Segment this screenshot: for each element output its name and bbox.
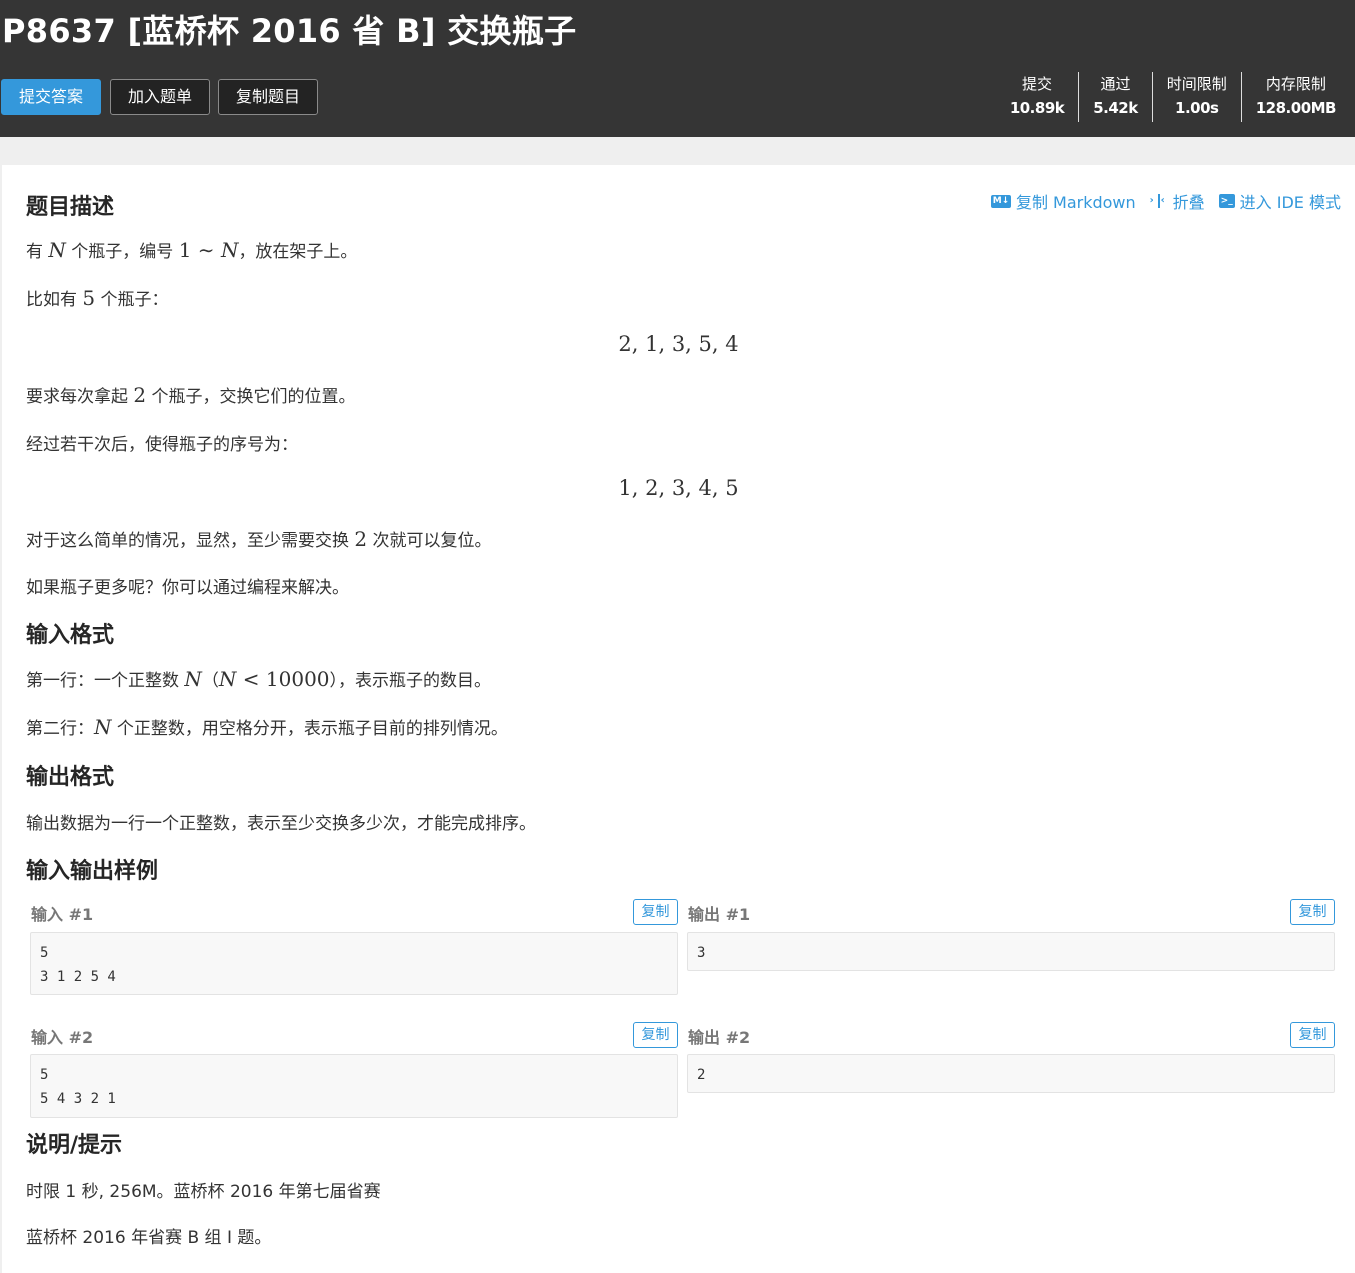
math-n: N [48, 238, 66, 262]
text: （ [201, 671, 219, 691]
text: 第一行：一个正整数 [26, 671, 185, 691]
ide-mode-label: 进入 IDE 模式 [1239, 193, 1341, 212]
text: ，放在架子上。 [238, 242, 358, 262]
sample-output-label: 输出 #1 [688, 905, 751, 924]
stat-submissions: 提交 10.89k [996, 72, 1078, 122]
input-format-line-1: 第一行：一个正整数 N（N < 10000），表示瓶子的数目。 [26, 666, 491, 691]
content-toolbar: M↓ 复制 Markdown › ‹ 折叠 >_ 进入 IDE 模式 [990, 189, 1341, 213]
stat-memory-limit: 内存限制 128.00MB [1240, 72, 1350, 122]
description-line-2: 比如有 5 个瓶子： [26, 285, 169, 310]
problem-title: P8637 [蓝桥杯 2016 省 B] 交换瓶子 [2, 12, 577, 50]
hint-line-1: 时限 1 秒, 256M。蓝桥杯 2016 年第七届省赛 [26, 1182, 381, 1202]
submit-answer-button[interactable]: 提交答案 [1, 79, 101, 115]
text: 个瓶子： [95, 290, 169, 310]
math-two: 2 [133, 383, 147, 407]
sample-input-label: 输入 #2 [31, 1028, 94, 1047]
ide-mode-link[interactable]: >_ 进入 IDE 模式 [1218, 189, 1341, 213]
copy-sample-input-button[interactable]: 复制 [633, 1022, 678, 1048]
text: 次就可以复位。 [367, 531, 492, 551]
copy-sample-input-button[interactable]: 复制 [633, 899, 678, 925]
math-n: N [184, 667, 202, 691]
text: 要求每次拿起 [26, 387, 134, 407]
stat-label: 提交 [1022, 75, 1053, 93]
fold-icon: › ‹ [1150, 194, 1168, 208]
section-heading-hint: 说明/提示 [26, 1133, 123, 1158]
hint-line-2: 蓝桥杯 2016 年省赛 B 组 I 题。 [26, 1228, 272, 1248]
stat-label: 通过 [1100, 75, 1131, 93]
description-line-1: 有 N 个瓶子，编号 1 ∼ N，放在架子上。 [26, 237, 357, 262]
sample-output-box[interactable]: 2 [687, 1054, 1335, 1093]
stat-time-limit: 时间限制 1.00s [1151, 72, 1241, 122]
stat-value: 1.00s [1175, 99, 1219, 117]
text: 个瓶子，交换它们的位置。 [146, 387, 356, 407]
section-heading-samples: 输入输出样例 [26, 859, 159, 884]
math-n: N [218, 667, 237, 691]
sample-input-label: 输入 #1 [31, 905, 94, 924]
description-line-4: 经过若干次后，使得瓶子的序号为： [26, 435, 298, 455]
markdown-icon: M↓ [990, 194, 1011, 208]
text: 个瓶子，编号 [65, 242, 179, 262]
text: 对于这么简单的情况，显然，至少需要交换 [26, 531, 355, 551]
stat-value: 5.42k [1093, 99, 1138, 117]
math-n: N [94, 715, 112, 739]
add-to-problem-list-button[interactable]: 加入题单 [110, 79, 210, 115]
copy-markdown-link[interactable]: M↓ 复制 Markdown [990, 189, 1136, 213]
stat-label: 内存限制 [1265, 75, 1326, 93]
stat-value: 10.89k [1009, 99, 1065, 117]
sample-output-label: 输出 #2 [688, 1028, 751, 1047]
math-number: 10000 [265, 667, 330, 691]
sample-input-box[interactable]: 5 3 1 2 5 4 [30, 932, 678, 995]
fold-link[interactable]: › ‹ 折叠 [1150, 189, 1205, 213]
description-line-5: 对于这么简单的情况，显然，至少需要交换 2 次就可以复位。 [26, 526, 492, 551]
math-five: 5 [82, 286, 96, 310]
problem-stats: 提交 10.89k 通过 5.42k 时间限制 1.00s 内存限制 128.0… [996, 72, 1350, 122]
text: ），表示瓶子的数目。 [329, 671, 492, 691]
input-format-line-2: 第二行：N 个正整数，用空格分开，表示瓶子目前的排列情况。 [26, 714, 508, 739]
terminal-icon: >_ [1218, 194, 1235, 208]
math-tilde: ∼ [191, 238, 221, 262]
sample-input-box[interactable]: 5 5 4 3 2 1 [30, 1054, 678, 1118]
copy-sample-output-button[interactable]: 复制 [1290, 899, 1335, 925]
stat-accepted: 通过 5.42k [1078, 72, 1152, 122]
section-heading-description: 题目描述 [26, 195, 115, 220]
section-heading-input-format: 输入格式 [26, 623, 115, 648]
stat-value: 128.00MB [1255, 99, 1337, 117]
description-line-3: 要求每次拿起 2 个瓶子，交换它们的位置。 [26, 382, 356, 407]
copy-markdown-label: 复制 Markdown [1015, 193, 1136, 212]
display-math-initial-order: 2, 1, 3, 5, 4 [618, 332, 739, 356]
math-less-than: < [236, 667, 266, 691]
text: 比如有 [26, 290, 83, 310]
copy-problem-button[interactable]: 复制题目 [218, 79, 318, 115]
math-n: N [220, 238, 239, 262]
math-two: 2 [354, 527, 368, 551]
copy-sample-output-button[interactable]: 复制 [1290, 1022, 1335, 1048]
problem-header: P8637 [蓝桥杯 2016 省 B] 交换瓶子 提交答案 加入题单 复制题目… [0, 0, 1355, 137]
text: 第二行： [26, 719, 94, 739]
text: 有 [26, 242, 49, 262]
problem-content-card: M↓ 复制 Markdown › ‹ 折叠 >_ 进入 IDE 模式 题目描述 有… [2, 165, 1355, 1273]
stat-label: 时间限制 [1166, 75, 1227, 93]
text: 个正整数，用空格分开，表示瓶子目前的排列情况。 [111, 719, 508, 739]
fold-label: 折叠 [1172, 193, 1205, 212]
sample-output-box[interactable]: 3 [687, 932, 1335, 971]
output-format-line-1: 输出数据为一行一个正整数，表示至少交换多少次，才能完成排序。 [26, 814, 536, 834]
description-line-6: 如果瓶子更多呢？你可以通过编程来解决。 [26, 578, 349, 598]
display-math-sorted-order: 1, 2, 3, 4, 5 [618, 476, 739, 500]
section-heading-output-format: 输出格式 [26, 765, 115, 790]
math-one: 1 [178, 238, 192, 262]
